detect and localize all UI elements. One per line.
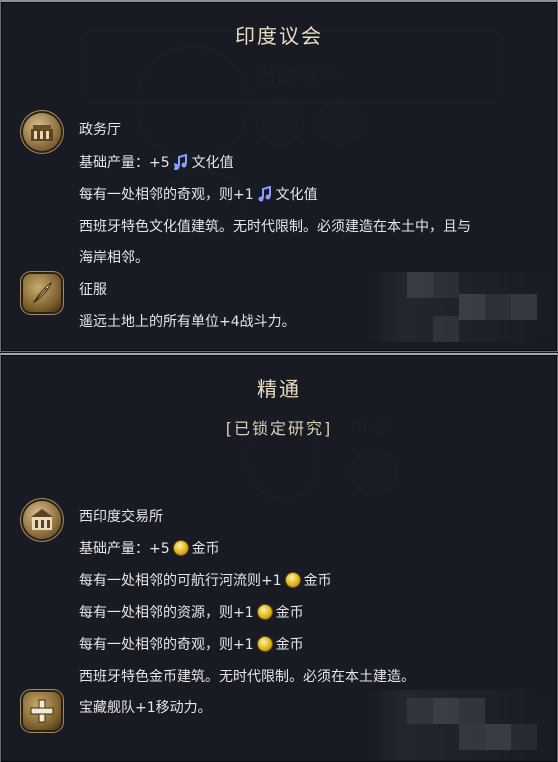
building-name: 西印度交易所 [79,509,163,525]
adjacency-unit: 金币 [275,605,304,621]
yield-line: 基础产量：+5 金币 [79,539,220,559]
gold-icon [173,541,188,555]
adjacency-line: 每有一处相邻的资源，则+1 金币 [79,603,304,623]
adjacency-unit: 金币 [303,573,332,589]
locked-research-label: [已锁定研究] [225,419,333,438]
panel-title: 印度议会 [235,24,323,48]
bottom-tooltip-panel: 精通 [已锁定研究] 西印度交易所 基础产量：+5 金币 每有一处相邻的可航行河流… [0,353,558,762]
yield-unit: 文化值 [191,155,234,171]
ability-description: 遥远土地上的所有单位+4战斗力。 [79,314,296,330]
adjacency-unit: 金币 [275,637,304,653]
adjacency-line: 每有一处相邻的奇观，则+1 金币 [79,635,304,655]
gold-icon [285,573,300,587]
description-line: 西班牙特色文化值建筑。无时代限制。必须建造在本土中，且与 [79,219,471,235]
trading-house-icon [23,501,61,539]
gold-icon [257,605,272,619]
tooltip-screen: 无敌舰队 精通 印度议会 政务厅 基础产量：+5文化值 每有一处相邻的奇观，则+… [0,0,558,762]
palace-icon [23,113,61,151]
top-tooltip-panel: 印度议会 政务厅 基础产量：+5 文化值 每有一处相邻的奇观，则+1 文化值 西班牙… [0,0,558,352]
building-name: 政务厅 [79,122,121,138]
adjacency-line: 每有一处相邻的可航行河流则+1 金币 [79,571,332,591]
pixelated-region [367,690,557,760]
adjacency-text: 每有一处相邻的奇观，则+1 [79,637,254,653]
yield-text: 基础产量：+5 [79,155,170,171]
yield-line: 基础产量：+5 文化值 [79,153,234,173]
panel-title: 精通 [257,377,301,401]
yield-text: 基础产量：+5 [79,541,170,557]
adjacency-text: 每有一处相邻的奇观，则+1 [79,187,254,203]
ability-description: 宝藏舰队+1移动力。 [79,700,212,716]
description-line: 西班牙特色金币建筑。无时代限制。必须在本土建造。 [79,669,415,685]
culture-icon [173,154,187,170]
adjacency-text: 每有一处相邻的可航行河流则+1 [79,573,282,589]
pixelated-region [367,272,557,342]
plus-icon [23,692,61,730]
adjacency-text: 每有一处相邻的资源，则+1 [79,605,254,621]
quill-icon [23,274,61,312]
gold-icon [257,637,272,651]
ability-name: 征服 [79,282,107,298]
adjacency-line: 每有一处相邻的奇观，则+1 文化值 [79,185,318,205]
yield-unit: 金币 [191,541,220,557]
culture-icon [258,186,271,202]
description-line: 海岸相邻。 [79,250,149,266]
adjacency-unit: 文化值 [275,187,318,203]
